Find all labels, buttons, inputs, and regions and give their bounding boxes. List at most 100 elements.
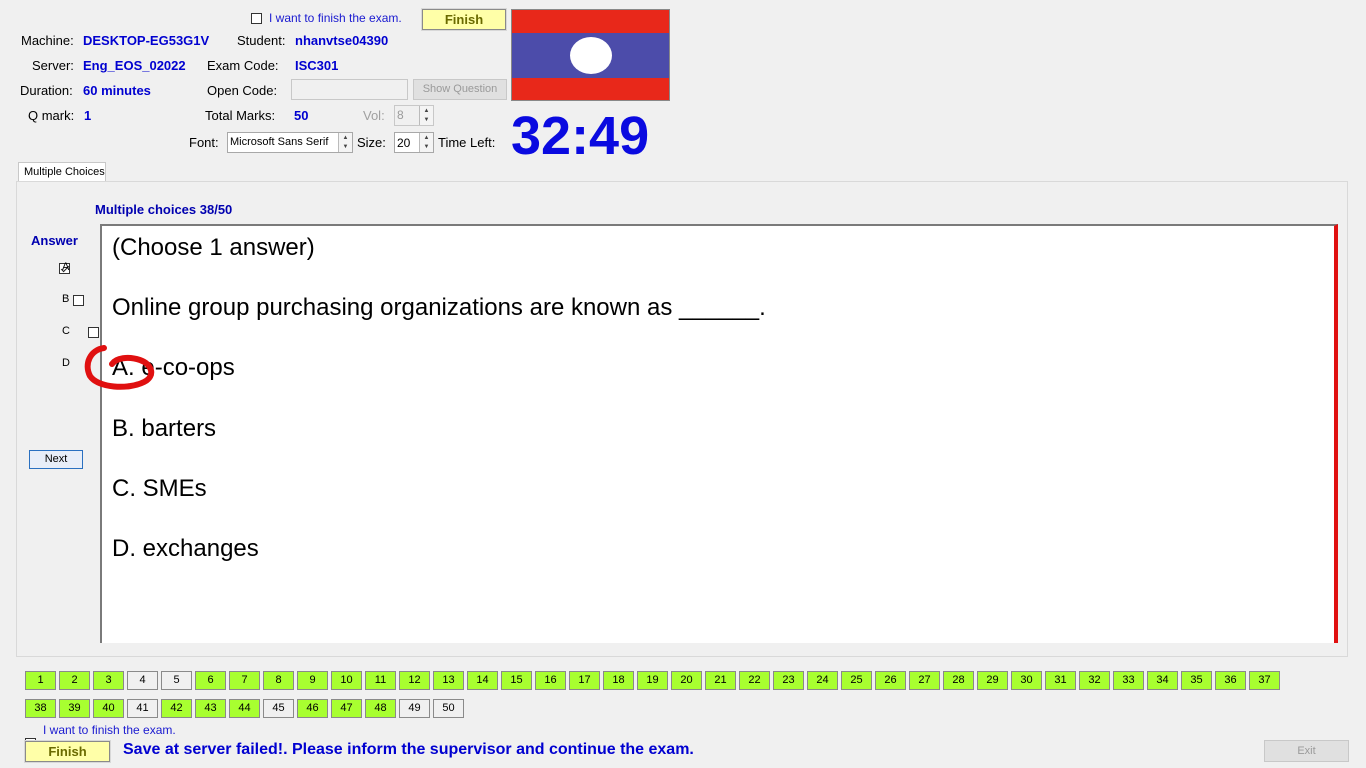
question-nav-button-9[interactable]: 9 xyxy=(297,671,328,690)
question-nav-button-16[interactable]: 16 xyxy=(535,671,566,690)
vol-stepper[interactable]: 8 ▲ ▼ xyxy=(394,105,434,126)
question-nav-button-11[interactable]: 11 xyxy=(365,671,396,690)
question-nav-button-20[interactable]: 20 xyxy=(671,671,702,690)
answer-d-label[interactable]: D xyxy=(62,357,70,369)
question-nav-button-38[interactable]: 38 xyxy=(25,699,56,718)
question-instruction: (Choose 1 answer) xyxy=(112,234,315,261)
question-nav-button-44[interactable]: 44 xyxy=(229,699,260,718)
question-nav-button-40[interactable]: 40 xyxy=(93,699,124,718)
font-spin-arrows[interactable]: ▲ ▼ xyxy=(338,133,352,152)
size-stepper[interactable]: 20 ▲ ▼ xyxy=(394,132,434,153)
finish-bottom-button[interactable]: Finish xyxy=(24,740,111,763)
question-nav-button-28[interactable]: 28 xyxy=(943,671,974,690)
question-nav-button-6[interactable]: 6 xyxy=(195,671,226,690)
exit-button[interactable]: Exit xyxy=(1264,740,1349,762)
duration-label: Duration: xyxy=(20,83,73,98)
question-nav-button-30[interactable]: 30 xyxy=(1011,671,1042,690)
question-nav-button-4[interactable]: 4 xyxy=(127,671,158,690)
option-b-text: barters xyxy=(141,415,217,442)
answer-c-checkbox[interactable] xyxy=(87,327,99,338)
next-button[interactable]: Next xyxy=(29,450,83,469)
option-b: B. barters xyxy=(112,415,216,443)
question-nav-button-34[interactable]: 34 xyxy=(1147,671,1178,690)
question-nav-button-25[interactable]: 25 xyxy=(841,671,872,690)
question-nav-button-45[interactable]: 45 xyxy=(263,699,294,718)
vol-spin-arrows[interactable]: ▲ ▼ xyxy=(419,106,433,125)
question-nav-button-29[interactable]: 29 xyxy=(977,671,1008,690)
question-nav-button-19[interactable]: 19 xyxy=(637,671,668,690)
question-nav-button-41[interactable]: 41 xyxy=(127,699,158,718)
question-nav-button-39[interactable]: 39 xyxy=(59,699,90,718)
flag-top-band xyxy=(512,10,669,33)
finish-top-check-label[interactable]: I want to finish the exam. xyxy=(269,11,402,25)
question-nav-button-12[interactable]: 12 xyxy=(399,671,430,690)
finish-bottom-check-label[interactable]: I want to finish the exam. xyxy=(43,723,176,737)
option-d-letter: D. xyxy=(112,535,136,562)
question-nav-button-42[interactable]: 42 xyxy=(161,699,192,718)
open-code-label: Open Code: xyxy=(207,83,278,98)
time-left-label: Time Left: xyxy=(438,135,496,150)
student-label: Student: xyxy=(237,33,286,48)
question-nav-button-36[interactable]: 36 xyxy=(1215,671,1246,690)
question-nav-button-26[interactable]: 26 xyxy=(875,671,906,690)
server-value: Eng_EOS_02022 xyxy=(83,58,186,73)
open-code-input[interactable] xyxy=(291,79,408,100)
question-nav-button-14[interactable]: 14 xyxy=(467,671,498,690)
question-nav-button-48[interactable]: 48 xyxy=(365,699,396,718)
flag-image xyxy=(511,9,670,101)
finish-top-button[interactable]: Finish xyxy=(421,8,507,31)
font-label: Font: xyxy=(189,135,219,150)
timer-display: 32:49 xyxy=(511,106,650,166)
option-d-text: exchanges xyxy=(142,535,259,562)
question-nav-button-37[interactable]: 37 xyxy=(1249,671,1280,690)
answer-b-checkbox[interactable] xyxy=(73,295,85,306)
question-nav-button-8[interactable]: 8 xyxy=(263,671,294,690)
answer-b-label[interactable]: B xyxy=(62,293,69,305)
option-d: D. exchanges xyxy=(112,535,259,563)
question-nav-button-49[interactable]: 49 xyxy=(399,699,430,718)
question-nav-button-31[interactable]: 31 xyxy=(1045,671,1076,690)
question-nav-button-47[interactable]: 47 xyxy=(331,699,362,718)
question-nav-button-10[interactable]: 10 xyxy=(331,671,362,690)
size-spin-arrows[interactable]: ▲ ▼ xyxy=(419,133,433,152)
question-nav-button-32[interactable]: 32 xyxy=(1079,671,1110,690)
question-box: (Choose 1 answer) Online group purchasin… xyxy=(100,224,1338,643)
question-nav-button-24[interactable]: 24 xyxy=(807,671,838,690)
show-question-button[interactable]: Show Question xyxy=(413,79,507,100)
question-text: Online group purchasing organizations ar… xyxy=(112,294,766,321)
question-nav-button-3[interactable]: 3 xyxy=(93,671,124,690)
question-nav-button-22[interactable]: 22 xyxy=(739,671,770,690)
machine-value: DESKTOP-EG53G1V xyxy=(83,33,210,48)
student-value: nhanvtse04390 xyxy=(295,33,389,48)
question-nav-button-13[interactable]: 13 xyxy=(433,671,464,690)
vol-value: 8 xyxy=(397,108,404,122)
question-nav-button-7[interactable]: 7 xyxy=(229,671,260,690)
size-label: Size: xyxy=(357,135,386,150)
size-value: 20 xyxy=(397,136,411,150)
font-value: Microsoft Sans Serif xyxy=(230,136,329,148)
question-nav-button-35[interactable]: 35 xyxy=(1181,671,1212,690)
question-nav-button-23[interactable]: 23 xyxy=(773,671,804,690)
question-nav-button-27[interactable]: 27 xyxy=(909,671,940,690)
question-nav-button-15[interactable]: 15 xyxy=(501,671,532,690)
option-b-letter: B. xyxy=(112,415,135,442)
finish-top-checkbox[interactable] xyxy=(251,13,262,24)
question-nav-button-1[interactable]: 1 xyxy=(25,671,56,690)
tab-multiple-choices[interactable]: Multiple Choices xyxy=(18,162,106,182)
question-nav-button-5[interactable]: 5 xyxy=(161,671,192,690)
question-nav-button-21[interactable]: 21 xyxy=(705,671,736,690)
option-c: C. SMEs xyxy=(112,475,207,503)
font-select[interactable]: Microsoft Sans Serif ▲ ▼ xyxy=(227,132,353,153)
question-nav-button-33[interactable]: 33 xyxy=(1113,671,1144,690)
question-nav-button-43[interactable]: 43 xyxy=(195,699,226,718)
answer-a-label[interactable]: A xyxy=(62,261,69,273)
vol-label: Vol: xyxy=(363,108,385,123)
question-nav-button-46[interactable]: 46 xyxy=(297,699,328,718)
qmark-value: 1 xyxy=(84,108,92,123)
question-nav-button-18[interactable]: 18 xyxy=(603,671,634,690)
question-nav-button-50[interactable]: 50 xyxy=(433,699,464,718)
answer-c-label[interactable]: C xyxy=(62,325,70,337)
total-marks-label: Total Marks: xyxy=(205,108,276,123)
question-nav-button-2[interactable]: 2 xyxy=(59,671,90,690)
question-nav-button-17[interactable]: 17 xyxy=(569,671,600,690)
